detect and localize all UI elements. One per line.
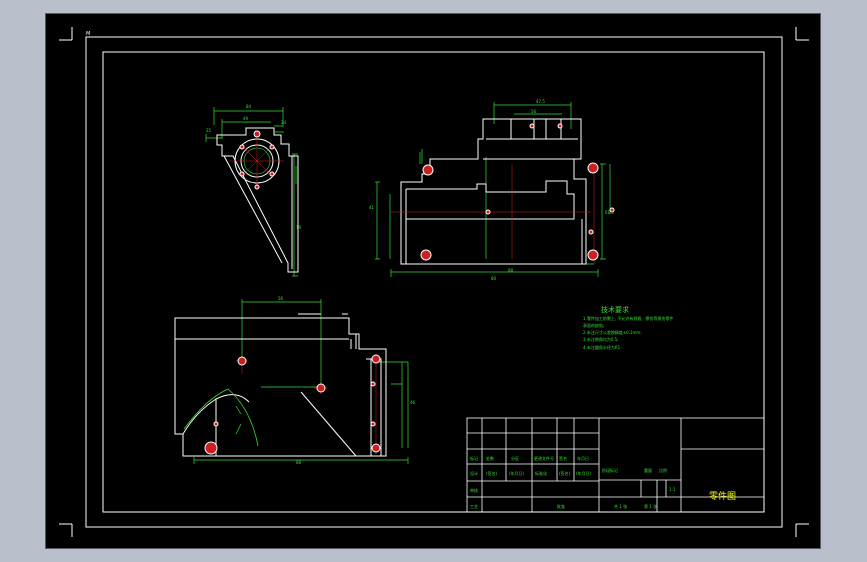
- title-cell: 处数: [486, 455, 494, 461]
- view-side: 47.5 56 80 88 41 61.5: [369, 99, 615, 281]
- title-cell: 批准: [557, 503, 565, 509]
- title-cell: 标准化: [535, 470, 547, 476]
- dim-label: 88: [508, 268, 514, 273]
- dim-label: 88: [296, 460, 302, 465]
- title-cell: 工艺: [470, 504, 478, 509]
- view2-outline: [400, 118, 587, 265]
- title-cell: 1:1: [669, 487, 676, 492]
- dim-label: 84: [246, 104, 252, 109]
- dim-label: 47.5: [536, 99, 545, 104]
- dim-label: 61.5: [605, 210, 614, 215]
- sheet-border: [59, 27, 809, 537]
- bottom-holes: [204, 354, 381, 455]
- title-cell: (年月日): [509, 470, 525, 476]
- title-cell: (签名): [559, 470, 571, 476]
- title-block: 标记 处数 分区 更改文件号 签名 年月日 设计 (签名) (年月日) 标准化 …: [466, 417, 765, 513]
- view-bottom: 56 88 46: [174, 296, 416, 465]
- notes-line: 1.零件加工前需上, 不允许有划痕、擦伤等损伤零件: [583, 315, 673, 321]
- title-cell: 标记: [470, 455, 478, 461]
- title-cell: 阶段标记: [602, 467, 618, 473]
- notes-line: 表面的缺陷;: [583, 322, 604, 328]
- view2-centerlines: [391, 164, 595, 264]
- title-cell: 年月日: [577, 455, 589, 461]
- dim-label: 49: [243, 116, 249, 121]
- dim-label: 41: [369, 205, 375, 210]
- notes-line: 2.未注尺寸公差按精度±0.1mm;: [583, 329, 642, 335]
- dim-label: 56: [278, 296, 284, 301]
- title-cell: 比例: [659, 467, 667, 473]
- notes-line: 3.未注倒角均为0.5;: [583, 336, 619, 342]
- title-cell: 第 1 张: [644, 503, 657, 509]
- dim-label: 25: [206, 128, 212, 133]
- technical-notes: 技术要求 1.零件加工前需上, 不允许有划痕、擦伤等损伤零件 表面的缺陷; 2.…: [583, 305, 673, 350]
- notes-title: 技术要求: [601, 305, 629, 314]
- drawing-name: 零件图: [709, 490, 736, 502]
- title-cell: 审核: [470, 487, 478, 493]
- view1-outline: [216, 127, 299, 273]
- dim-label: 46: [410, 400, 416, 405]
- title-cell: (年月日): [576, 470, 592, 476]
- cad-viewport[interactable]: M 84 49 25 24 19 47.5 56 80 88 41 61.5 5…: [45, 13, 821, 549]
- notes-line: 4.未注圆角半径为R1: [583, 344, 621, 350]
- title-cell: 分区: [511, 455, 519, 461]
- view1-dimensions: [205, 107, 298, 277]
- title-cell: 共 1 张: [614, 503, 627, 509]
- view3-outline: [174, 313, 387, 457]
- dim-label: 56: [531, 109, 537, 114]
- title-cell: 签名: [559, 455, 567, 461]
- dim-label: 80: [491, 276, 497, 281]
- dim-label: 19: [296, 225, 302, 230]
- title-cell: 更改文件号: [534, 455, 554, 461]
- title-cell: 设计: [470, 470, 478, 476]
- corner-mark: M: [86, 31, 90, 37]
- dim-label: 24: [281, 120, 287, 125]
- view3-centerlines: [236, 354, 377, 454]
- view-front-top: 84 49 25 24 19: [205, 104, 302, 277]
- view1-centerlines: [230, 134, 284, 187]
- title-cell: 重量: [644, 467, 652, 473]
- cad-drawing-canvas: M 84 49 25 24 19 47.5 56 80 88 41 61.5 5…: [59, 27, 809, 537]
- title-cell: (签名): [486, 470, 498, 476]
